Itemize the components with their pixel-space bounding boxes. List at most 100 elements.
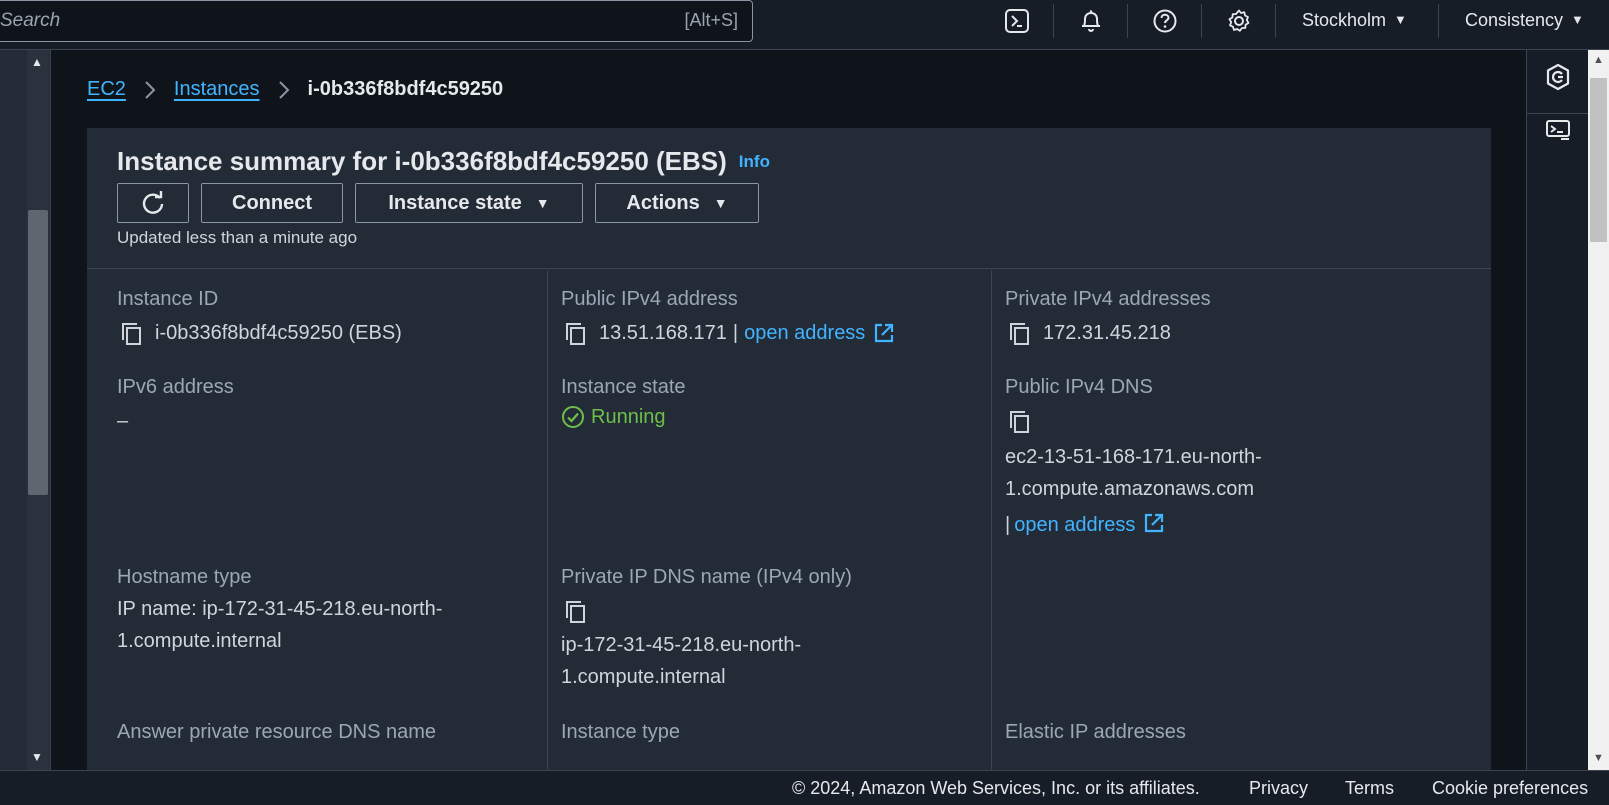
scroll-up-arrow-icon[interactable]: ▲: [31, 55, 43, 69]
last-updated-text: Updated less than a minute ago: [117, 228, 358, 247]
topbar-divider: [1053, 4, 1054, 38]
page-title-text: Instance summary for i-0b336f8bdf4c59250…: [117, 146, 727, 176]
field-label: Hostname type: [117, 566, 252, 588]
chevron-right-icon: [278, 80, 290, 100]
scroll-down-arrow-icon[interactable]: ▼: [31, 750, 43, 764]
terms-link[interactable]: Terms: [1345, 778, 1394, 799]
column-divider: [547, 270, 548, 770]
field-label: Public IPv4 address: [561, 288, 738, 310]
public-dns-line1: ec2-13-51-168-171.eu-north-: [1005, 446, 1262, 468]
copy-icon[interactable]: [561, 597, 591, 625]
field-instance-id: Instance ID i-0b336f8bdf4c59250 (EBS): [117, 288, 402, 349]
breadcrumb: EC2 Instances i-0b336f8bdf4c59250: [87, 78, 503, 101]
private-dns-line2: 1.compute.internal: [561, 666, 726, 688]
connect-button[interactable]: Connect: [201, 183, 343, 223]
public-dns-line2: 1.compute.amazonaws.com: [1005, 478, 1255, 500]
breadcrumb-current: i-0b336f8bdf4c59250: [307, 78, 504, 100]
field-label: IPv6 address: [117, 376, 234, 398]
top-navigation-bar: [Alt+S] Stockholm ▼ Consistency ▼: [0, 0, 1609, 50]
bell-icon[interactable]: [1074, 6, 1108, 36]
field-public-ipv4: Public IPv4 address 13.51.168.171 | open…: [561, 288, 895, 349]
account-label: Consistency: [1465, 10, 1564, 30]
topbar-divider: [1275, 4, 1276, 38]
breadcrumb-ec2[interactable]: EC2: [87, 78, 126, 101]
separator: |: [1005, 514, 1011, 536]
field-label: Instance type: [561, 721, 680, 743]
copy-icon[interactable]: [561, 319, 591, 347]
hostname-type-value: IP name: ip-172-31-45-218.eu-north- 1.co…: [117, 593, 442, 657]
field-value-row: 13.51.168.171 | open address: [561, 317, 895, 349]
public-dns-link-row: | open address: [1005, 509, 1262, 541]
ipv6-value: –: [117, 410, 129, 432]
external-link-icon[interactable]: [873, 322, 895, 344]
left-navigation-rail: ▲ ▼: [0, 50, 51, 770]
caret-down-icon: ▼: [713, 195, 728, 211]
caret-down-icon: ▼: [535, 195, 550, 211]
field-label: Public IPv4 DNS: [1005, 376, 1153, 398]
breadcrumb-instances[interactable]: Instances: [174, 78, 260, 101]
region-selector[interactable]: Stockholm ▼: [1302, 10, 1407, 31]
field-label: Elastic IP addresses: [1005, 721, 1186, 743]
cookie-preferences-link[interactable]: Cookie preferences: [1432, 778, 1588, 799]
panel-header: Instance summary for i-0b336f8bdf4c59250…: [87, 128, 1491, 269]
status-badge: Running: [561, 405, 686, 429]
actions-button-label: Actions: [626, 191, 700, 214]
hostname-type-line2: 1.compute.internal: [117, 630, 282, 652]
external-link-icon[interactable]: [1143, 512, 1165, 534]
terminal-icon[interactable]: [1000, 6, 1034, 36]
page-scrollbar[interactable]: ▲ ▼: [1588, 50, 1609, 770]
scroll-down-arrow-icon[interactable]: ▼: [1593, 752, 1604, 764]
info-link[interactable]: Info: [739, 152, 770, 171]
search-shortcut-hint: [Alt+S]: [684, 10, 738, 30]
help-icon[interactable]: [1148, 6, 1182, 36]
field-value-row: 172.31.45.218: [1005, 317, 1211, 349]
field-value-row: i-0b336f8bdf4c59250 (EBS): [117, 317, 402, 349]
instance-state-value: Running: [591, 405, 666, 428]
refresh-button[interactable]: [117, 183, 189, 223]
footer: © 2024, Amazon Web Services, Inc. or its…: [0, 770, 1609, 805]
field-label: Answer private resource DNS name: [117, 721, 437, 743]
privacy-link[interactable]: Privacy: [1249, 778, 1308, 799]
field-elastic-ip: Elastic IP addresses: [1005, 721, 1186, 744]
instance-id-value: i-0b336f8bdf4c59250 (EBS): [155, 322, 402, 344]
copy-icon[interactable]: [1005, 407, 1035, 435]
topbar-divider: [1438, 4, 1439, 38]
separator: |: [732, 322, 739, 344]
instance-summary-panel: Instance summary for i-0b336f8bdf4c59250…: [87, 128, 1491, 770]
copy-icon[interactable]: [1005, 319, 1035, 347]
field-label: Private IP DNS name (IPv4 only): [561, 566, 852, 588]
connect-button-label: Connect: [232, 191, 312, 214]
search-input[interactable]: [0, 1, 598, 41]
search-box[interactable]: [Alt+S]: [0, 0, 753, 42]
private-dns-value: ip-172-31-45-218.eu-north- 1.compute.int…: [561, 629, 852, 693]
nav-scrollbar-thumb[interactable]: [28, 210, 48, 495]
copy-icon[interactable]: [117, 319, 147, 347]
caret-down-icon: ▼: [1571, 12, 1584, 27]
hostname-type-line1: IP name: ip-172-31-45-218.eu-north-: [117, 598, 443, 620]
instance-state-button-label: Instance state: [388, 191, 522, 214]
scroll-up-arrow-icon[interactable]: ▲: [1593, 54, 1604, 66]
open-address-link[interactable]: open address: [1014, 514, 1135, 536]
account-menu[interactable]: Consistency ▼: [1465, 10, 1584, 31]
field-private-ip-dns: Private IP DNS name (IPv4 only) ip-172-3…: [561, 566, 852, 693]
page-title: Instance summary for i-0b336f8bdf4c59250…: [117, 146, 770, 177]
private-dns-line1: ip-172-31-45-218.eu-north-: [561, 634, 802, 656]
private-ipv4-value: 172.31.45.218: [1043, 322, 1171, 344]
field-label: Private IPv4 addresses: [1005, 288, 1211, 310]
field-instance-state: Instance state Running: [561, 376, 686, 429]
hexagon-settings-icon[interactable]: [1541, 60, 1575, 94]
gear-icon[interactable]: [1222, 6, 1256, 36]
public-dns-value: ec2-13-51-168-171.eu-north- 1.compute.am…: [1005, 441, 1262, 541]
main-content: EC2 Instances i-0b336f8bdf4c59250 Instan…: [52, 50, 1526, 770]
field-ipv6-address: IPv6 address –: [117, 376, 234, 437]
field-hostname-type: Hostname type IP name: ip-172-31-45-218.…: [117, 566, 442, 657]
refresh-icon: [142, 191, 164, 214]
field-label: Instance state: [561, 376, 686, 398]
field-private-ipv4: Private IPv4 addresses 172.31.45.218: [1005, 288, 1211, 349]
chevron-right-icon: [144, 80, 156, 100]
actions-button[interactable]: Actions ▼: [595, 183, 759, 223]
open-address-link[interactable]: open address: [744, 317, 865, 349]
feedback-icon[interactable]: [1541, 114, 1575, 148]
page-scrollbar-thumb[interactable]: [1590, 78, 1607, 242]
instance-state-button[interactable]: Instance state ▼: [355, 183, 583, 223]
